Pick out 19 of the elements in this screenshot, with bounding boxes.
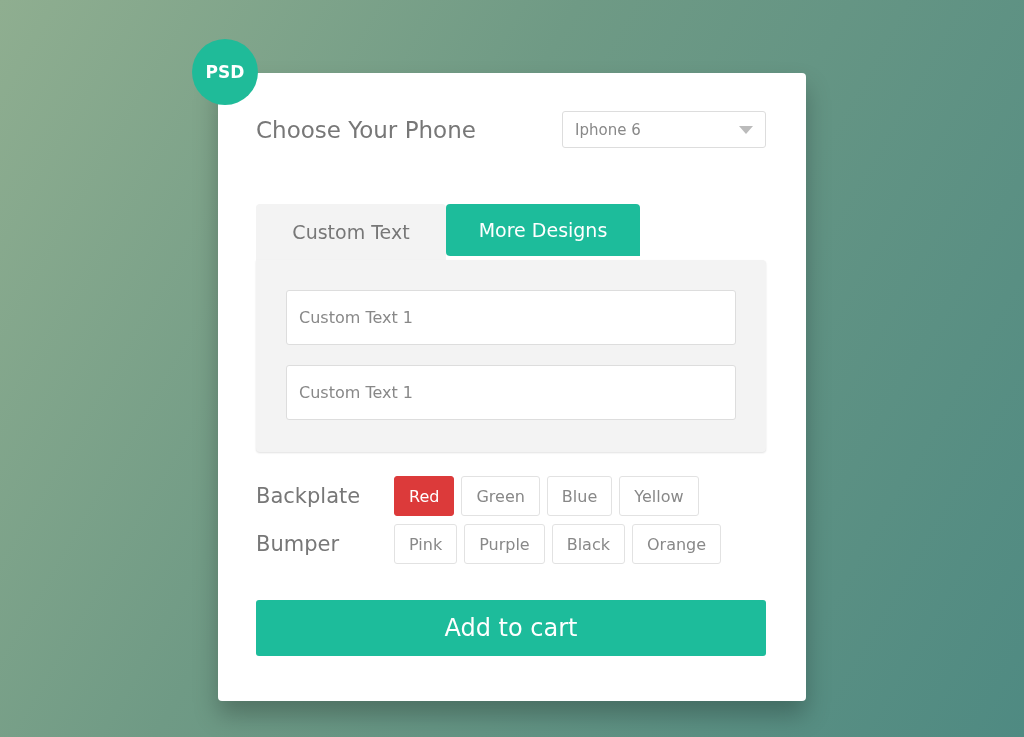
color-option[interactable]: Blue <box>546 476 613 516</box>
tab[interactable]: Custom Text <box>256 204 446 260</box>
psd-badge: PSD <box>192 39 258 105</box>
add-to-cart-button[interactable]: Add to cart <box>256 600 766 656</box>
phone-label: Choose Your Phone <box>256 116 476 143</box>
input-field[interactable]: Custom Text 1 <box>286 290 736 345</box>
color-option[interactable]: Purple <box>464 524 545 564</box>
color-option[interactable]: Orange <box>632 524 722 564</box>
input-field[interactable]: Custom Text 1 <box>286 365 736 420</box>
caret-icon <box>739 125 753 134</box>
color-option[interactable]: Green <box>461 476 540 516</box>
phone-select[interactable]: Iphone 6 <box>562 111 766 148</box>
color-option[interactable]: Pink <box>394 524 458 564</box>
option-label: Bumper <box>256 532 341 556</box>
option-label: Backplate <box>256 484 362 508</box>
color-option[interactable]: Black <box>551 524 625 564</box>
color-option[interactable]: Red <box>394 476 455 516</box>
tab[interactable]: More Designs <box>446 204 640 256</box>
color-option[interactable]: Yellow <box>619 476 699 516</box>
